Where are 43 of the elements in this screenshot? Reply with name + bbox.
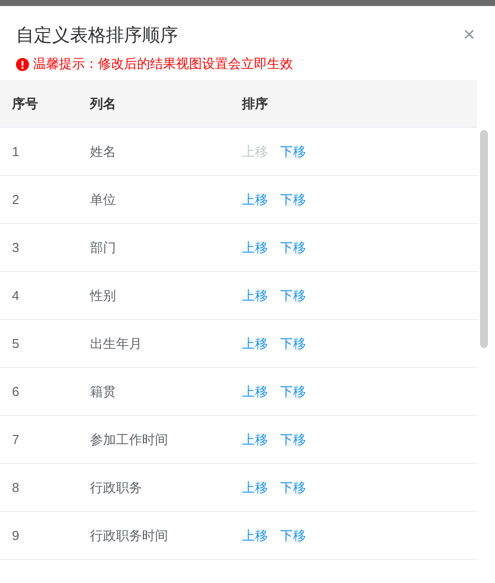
table-cell-text: 籍贯: [90, 382, 117, 401]
move-link[interactable]: 上移: [242, 481, 268, 494]
move-link[interactable]: 下移: [280, 193, 306, 206]
move-link[interactable]: 上移: [242, 433, 268, 446]
table-cell-text: 姓名: [90, 142, 117, 161]
move-link[interactable]: 下移: [280, 385, 306, 398]
table-cell-text: 性别: [90, 286, 117, 305]
move-link[interactable]: 上移: [242, 385, 268, 398]
move-link[interactable]: 上移: [242, 193, 268, 206]
move-link[interactable]: 下移: [280, 241, 306, 254]
column-header: 列名: [90, 94, 117, 113]
move-link[interactable]: 下移: [280, 145, 306, 158]
table-cell-text: 参加工作时间: [90, 430, 169, 449]
column-header: 排序: [242, 94, 268, 113]
scrollbar[interactable]: [480, 130, 488, 348]
table-cell-text: 行政职务: [90, 478, 143, 497]
table-cell-text: 3: [11, 238, 20, 257]
table-cell-text: 出生年月: [90, 334, 143, 353]
move-link[interactable]: 上移: [242, 241, 268, 254]
move-link[interactable]: 下移: [280, 529, 306, 542]
move-link[interactable]: 上移: [242, 337, 268, 350]
table-cell-text: 单位: [90, 190, 117, 209]
table-cell-text: 4: [11, 286, 20, 305]
table-cell-text: 1: [11, 142, 20, 161]
dialog-title: 自定义表格排序顺序: [16, 24, 178, 46]
move-link[interactable]: 上移: [242, 289, 268, 302]
move-link[interactable]: 下移: [280, 481, 306, 494]
table-cell-text: 2: [11, 190, 20, 209]
close-button[interactable]: ×: [463, 25, 475, 45]
move-link[interactable]: 下移: [280, 337, 306, 350]
move-link[interactable]: 上移: [242, 529, 268, 542]
column-header: 序号: [11, 94, 39, 113]
notice-text: 温馨提示：修改后的结果视图设置会立即生效: [33, 55, 293, 74]
table-cell-text: 6: [11, 382, 20, 401]
table-cell-text: 5: [11, 334, 20, 353]
warning-icon: [16, 58, 29, 70]
table-cell-text: 9: [11, 526, 20, 545]
move-link[interactable]: 下移: [280, 289, 306, 302]
table-cell-text: 7: [11, 430, 20, 449]
move-link[interactable]: 下移: [280, 433, 306, 446]
table-cell-text: 行政职务时间: [90, 526, 169, 545]
table-cell-text: 8: [11, 478, 20, 497]
table-cell-text: 部门: [90, 238, 117, 257]
